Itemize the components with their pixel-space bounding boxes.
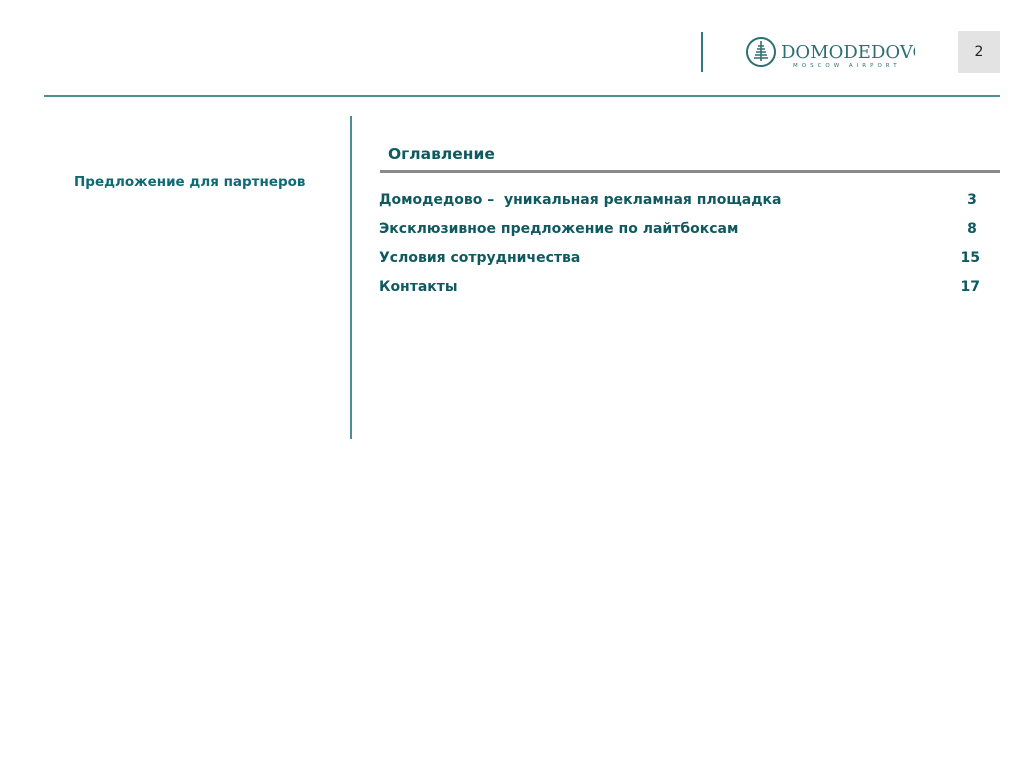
toc-item[interactable]: Эксклюзивное предложение по лайтбоксам 8 (379, 219, 980, 248)
domodedovo-logo: DOMODEDOVO MOSCOW AIRPORT (745, 36, 915, 70)
toc-item-page: 8 (967, 221, 977, 237)
section-label: Предложение для партнеров (74, 174, 306, 190)
toc-item-title[interactable]: Эксклюзивное предложение по лайтбоксам (379, 221, 738, 237)
toc-item[interactable]: Условия сотрудничества 15 (379, 248, 980, 277)
top-rule (44, 95, 1000, 97)
page-number-badge: 2 (958, 31, 1000, 73)
toc-item-title[interactable]: Домодедово – уникальная рекламная площад… (379, 192, 782, 208)
svg-text:MOSCOW AIRPORT: MOSCOW AIRPORT (793, 63, 901, 69)
toc-item[interactable]: Контакты 17 (379, 277, 980, 306)
vertical-rule (350, 116, 352, 439)
toc-list: Домодедово – уникальная рекламная площад… (379, 190, 980, 306)
toc-item-title[interactable]: Контакты (379, 279, 458, 295)
toc-item-page: 17 (960, 279, 980, 295)
toc-item-page: 3 (967, 192, 977, 208)
toc-heading-rule (380, 170, 1000, 173)
toc-heading: Оглавление (388, 145, 495, 163)
svg-text:DOMODEDOVO: DOMODEDOVO (781, 42, 915, 63)
toc-item-page: 15 (960, 250, 980, 266)
domodedovo-tower-icon: DOMODEDOVO MOSCOW AIRPORT (746, 37, 915, 69)
toc-item-title[interactable]: Условия сотрудничества (379, 250, 580, 266)
header-divider (701, 32, 703, 72)
toc-item[interactable]: Домодедово – уникальная рекламная площад… (379, 190, 980, 219)
page-number: 2 (974, 44, 984, 60)
